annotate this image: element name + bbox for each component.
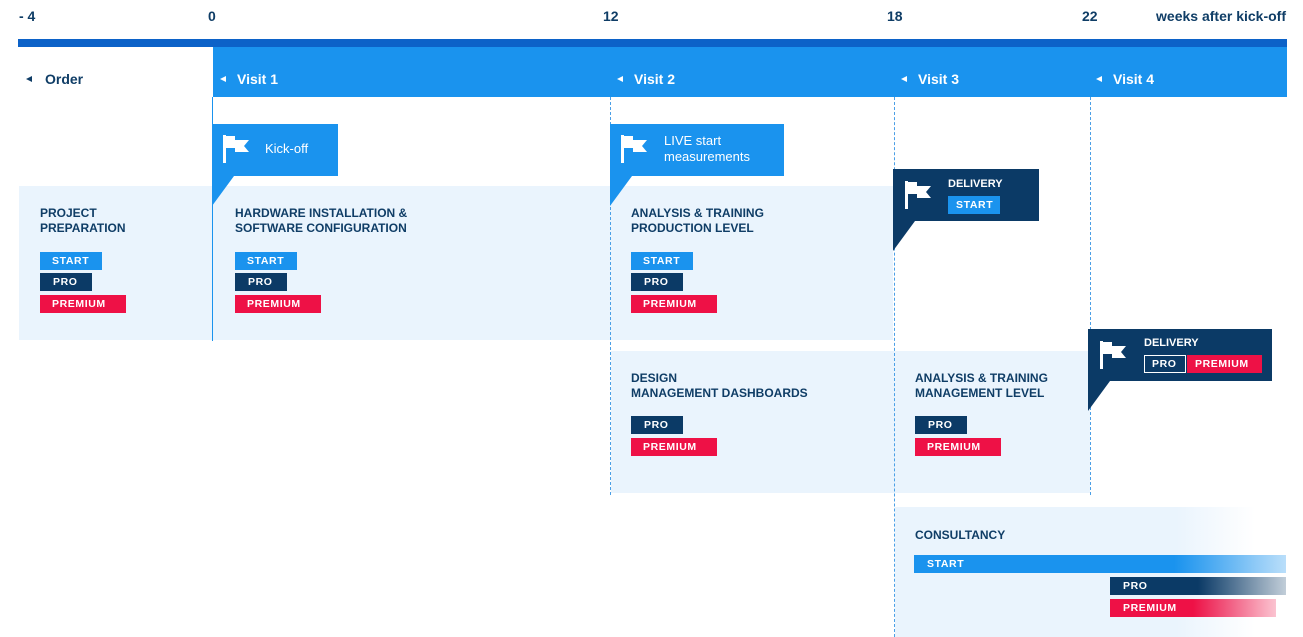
phase-visit-3-label: Visit 3 bbox=[918, 71, 959, 87]
title-line: PREPARATION bbox=[40, 221, 126, 235]
arrow-left-icon bbox=[1096, 76, 1102, 82]
consultancy-pro-label: PRO bbox=[1123, 580, 1148, 592]
delivery-premium-tag: PREMIUM bbox=[1187, 355, 1262, 373]
activity-analysis-management-title: ANALYSIS & TRAINING MANAGEMENT LEVEL bbox=[915, 371, 1048, 401]
arrow-left-icon bbox=[26, 76, 32, 82]
delivery-pro-premium-flag-tail bbox=[1088, 381, 1110, 411]
delivery-start-label: DELIVERY bbox=[948, 178, 1003, 190]
delivery-start-flag-tail bbox=[893, 221, 915, 251]
consultancy-start-label: START bbox=[927, 558, 965, 570]
flag-icon bbox=[223, 135, 249, 163]
arrow-left-icon bbox=[220, 76, 226, 82]
delivery-start-tag: START bbox=[948, 196, 1000, 214]
live-start-label: LIVE start measurements bbox=[664, 133, 750, 164]
week-22-line bbox=[1090, 97, 1091, 495]
title-line: DESIGN bbox=[631, 371, 678, 385]
title-line: MANAGEMENT LEVEL bbox=[915, 386, 1045, 400]
arrow-left-icon bbox=[901, 76, 907, 82]
flag-icon bbox=[905, 181, 931, 209]
consultancy-start-bar: START bbox=[914, 555, 1286, 573]
arrow-left-icon bbox=[617, 76, 623, 82]
axis-tick-minus4: - 4 bbox=[19, 8, 36, 24]
package-pro-tag: PRO bbox=[631, 273, 683, 291]
title-line: HARDWARE INSTALLATION & bbox=[235, 206, 408, 220]
package-premium-tag: PREMIUM bbox=[40, 295, 126, 313]
title-line: MANAGEMENT DASHBOARDS bbox=[631, 386, 808, 400]
phase-visit-1: Visit 1 bbox=[220, 71, 278, 87]
activity-project-preparation-title: PROJECT PREPARATION bbox=[40, 206, 126, 236]
package-pro-tag: PRO bbox=[40, 273, 92, 291]
kickoff-label: Kick-off bbox=[265, 141, 309, 156]
package-premium-tag: PREMIUM bbox=[631, 438, 717, 456]
phase-visit-2: Visit 2 bbox=[617, 71, 675, 87]
title-line: CONSULTANCY bbox=[915, 528, 1006, 542]
package-start-tag: START bbox=[40, 252, 102, 270]
title-line: ANALYSIS & TRAINING bbox=[915, 371, 1048, 385]
package-pro-tag: PRO bbox=[631, 416, 683, 434]
package-premium-tag: PREMIUM bbox=[915, 438, 1001, 456]
consultancy-premium-bar: PREMIUM bbox=[1110, 599, 1276, 617]
phase-order: Order bbox=[26, 71, 83, 87]
axis-tick-18: 18 bbox=[887, 8, 903, 24]
delivery-pro-premium-flag: DELIVERY PRO PREMIUM bbox=[1088, 329, 1272, 381]
live-start-flag-tail bbox=[610, 176, 632, 206]
title-line: PRODUCTION LEVEL bbox=[631, 221, 754, 235]
flag-icon bbox=[1100, 341, 1126, 369]
package-pro-tag: PRO bbox=[235, 273, 287, 291]
consultancy-premium-label: PREMIUM bbox=[1123, 602, 1177, 614]
activity-hardware-installation-title: HARDWARE INSTALLATION & SOFTWARE CONFIGU… bbox=[235, 206, 407, 236]
activity-analysis-production-title: ANALYSIS & TRAINING PRODUCTION LEVEL bbox=[631, 206, 764, 236]
package-start-tag: START bbox=[235, 252, 297, 270]
consultancy-pro-bar: PRO bbox=[1110, 577, 1286, 595]
axis-tick-0: 0 bbox=[208, 8, 216, 24]
package-pro-tag: PRO bbox=[915, 416, 967, 434]
phase-visit-1-label: Visit 1 bbox=[237, 71, 278, 87]
phase-order-label: Order bbox=[45, 71, 84, 87]
package-start-tag: START bbox=[631, 252, 693, 270]
axis-tick-22: 22 bbox=[1082, 8, 1098, 24]
title-line: SOFTWARE CONFIGURATION bbox=[235, 221, 407, 235]
axis-tick-12: 12 bbox=[603, 8, 619, 24]
phase-visit-3: Visit 3 bbox=[901, 71, 959, 87]
activity-design-dashboards-title: DESIGN MANAGEMENT DASHBOARDS bbox=[631, 371, 808, 401]
live-start-flag: LIVE start measurements bbox=[610, 124, 784, 176]
package-premium-tag: PREMIUM bbox=[235, 295, 321, 313]
activity-consultancy-title: CONSULTANCY bbox=[915, 528, 1005, 543]
phase-visit-4-label: Visit 4 bbox=[1113, 71, 1154, 87]
delivery-start-flag: DELIVERY START bbox=[893, 169, 1039, 221]
kickoff-flag-tail bbox=[212, 176, 234, 206]
phase-visit-4: Visit 4 bbox=[1096, 71, 1154, 87]
axis-unit-label: weeks after kick-off bbox=[1156, 8, 1286, 24]
title-line: ANALYSIS & TRAINING bbox=[631, 206, 764, 220]
kickoff-flag: Kick-off bbox=[212, 124, 338, 176]
phase-visit-2-label: Visit 2 bbox=[634, 71, 675, 87]
title-line: PROJECT bbox=[40, 206, 97, 220]
package-premium-tag: PREMIUM bbox=[631, 295, 717, 313]
delivery-pro-tag: PRO bbox=[1144, 355, 1186, 373]
delivery-pro-premium-label: DELIVERY bbox=[1144, 337, 1199, 349]
timeline-rule bbox=[18, 39, 1287, 47]
flag-icon bbox=[621, 135, 647, 163]
